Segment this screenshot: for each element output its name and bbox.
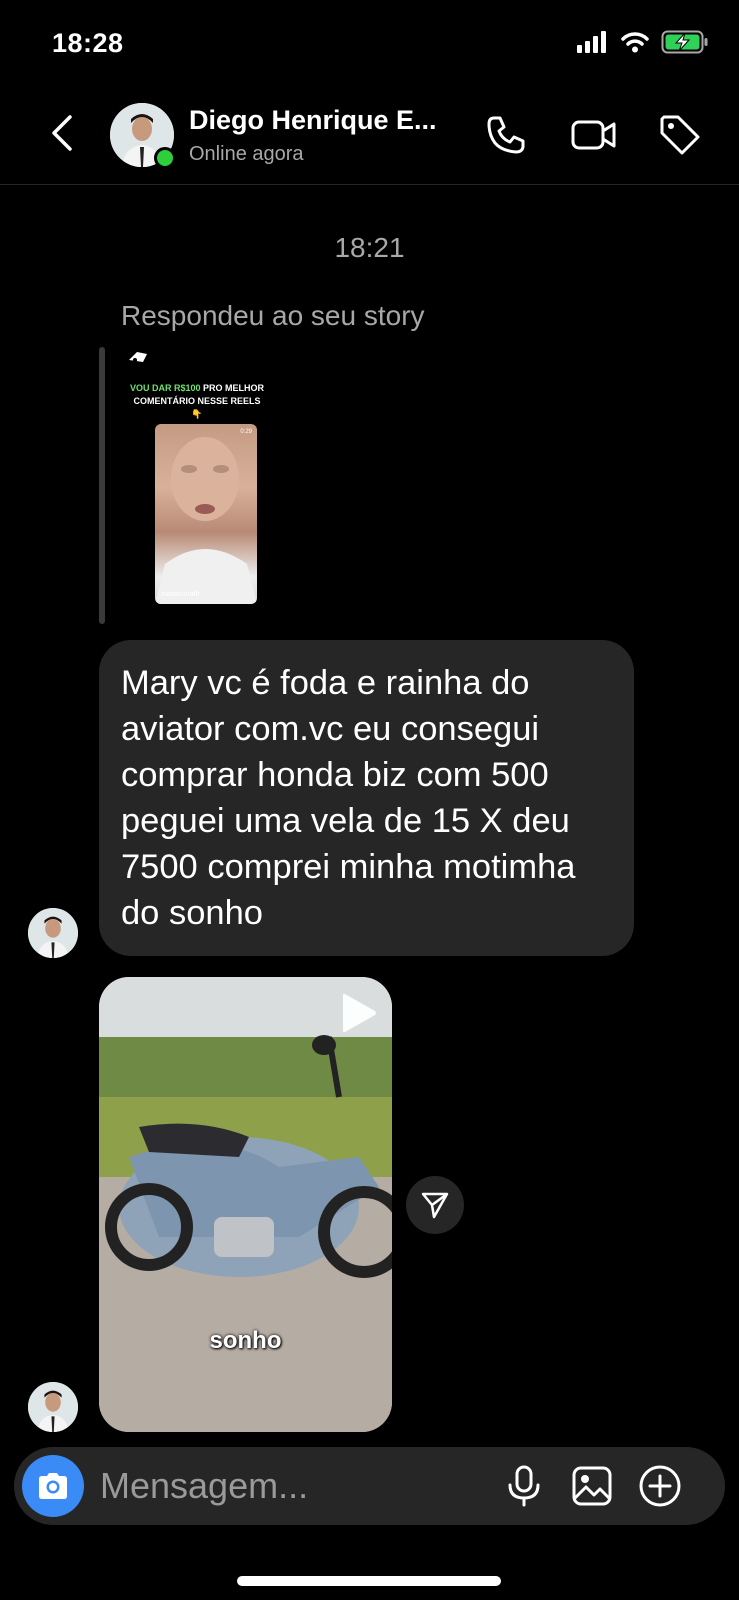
status-icons [577,30,709,54]
tag-icon[interactable] [658,113,702,157]
camera-button[interactable] [22,1455,84,1517]
story-reply-note: Respondeu ao seu story [121,300,425,331]
story-duration: 0:29 [240,429,252,435]
back-icon[interactable] [44,113,84,153]
message-text: Mary vc é foda e rainha do aviator com.v… [121,664,576,932]
story-face-image [155,437,257,604]
story-preview[interactable]: VOU DAR R$100 PRO MELHOR COMENTÁRIO NESS… [127,348,267,610]
hat-icon [129,352,147,362]
video-caption: sonho [209,1327,282,1354]
wifi-icon [621,32,649,53]
status-time: 18:28 [52,28,124,58]
phone-icon[interactable] [484,113,528,157]
add-icon[interactable] [638,1464,682,1508]
microphone-icon[interactable] [502,1464,546,1508]
online-status-dot [154,147,176,169]
home-indicator[interactable] [237,1576,501,1586]
contact-avatar[interactable] [110,103,176,169]
video-call-icon[interactable] [570,113,618,157]
send-icon [421,1192,449,1219]
message-timestamp: 18:21 [334,232,405,263]
story-caption: VOU DAR R$100 PRO MELHOR COMENTÁRIO NESS… [127,382,267,421]
motorcycle-video-thumbnail [99,977,392,1432]
play-icon[interactable] [335,991,379,1035]
message-composer [14,1447,725,1525]
sender-avatar[interactable] [28,908,78,958]
contact-name[interactable]: Diego Henrique E... [189,105,437,136]
reply-indicator-bar [99,347,105,624]
chat-header: Diego Henrique E... Online agora [0,95,739,185]
gallery-icon[interactable] [570,1464,614,1508]
message-input[interactable] [100,1461,480,1511]
camera-icon [39,1473,67,1499]
message-bubble[interactable]: Mary vc é foda e rainha do aviator com.v… [99,640,634,956]
sender-avatar[interactable] [28,1382,78,1432]
share-button[interactable] [406,1176,464,1234]
video-message[interactable]: sonho [99,977,392,1432]
signal-icon [577,31,606,53]
status-bar: 18:28 [0,0,739,90]
contact-status: Online agora [189,143,304,165]
story-username: mariaciorafft [161,591,200,598]
story-thumbnail[interactable]: 0:29 mariaciorafft [155,424,257,604]
story-caption-highlight: VOU DAR R$100 [129,383,201,393]
battery-charging-icon [661,30,708,54]
